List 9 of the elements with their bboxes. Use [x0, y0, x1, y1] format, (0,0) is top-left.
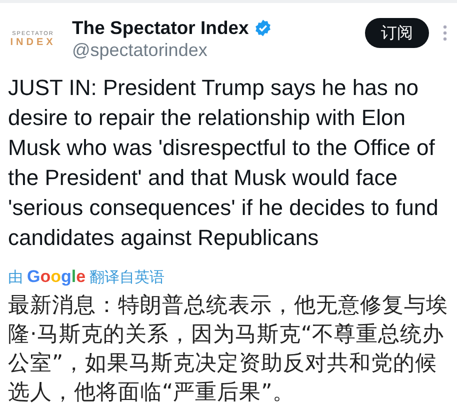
- account-name[interactable]: The Spectator Index: [72, 17, 249, 39]
- account-handle[interactable]: @spectatorindex: [72, 40, 365, 61]
- post-text: JUST IN: President Trump says he has no desire to repair the relationship with Elon Musk who was 'disrespectful to the Office of the President' and that Musk would face 'serious consequences' if he decides to fund candidates against Republicans: [8, 74, 440, 252]
- subscribe-button[interactable]: 订阅: [365, 18, 429, 48]
- translated-by-label: 由: [8, 268, 23, 287]
- translation-source-label: 翻译自英语: [90, 268, 165, 287]
- google-logo: Google: [27, 267, 86, 287]
- translated-text: 最新消息：特朗普总统表示，他无意修复与埃隆·马斯克的关系，因为马斯克“不尊重总统办公室”，如果马斯克决定资助反对共和党的候选人，他将面临“严重后果”。: [8, 292, 449, 407]
- more-icon[interactable]: [443, 25, 447, 41]
